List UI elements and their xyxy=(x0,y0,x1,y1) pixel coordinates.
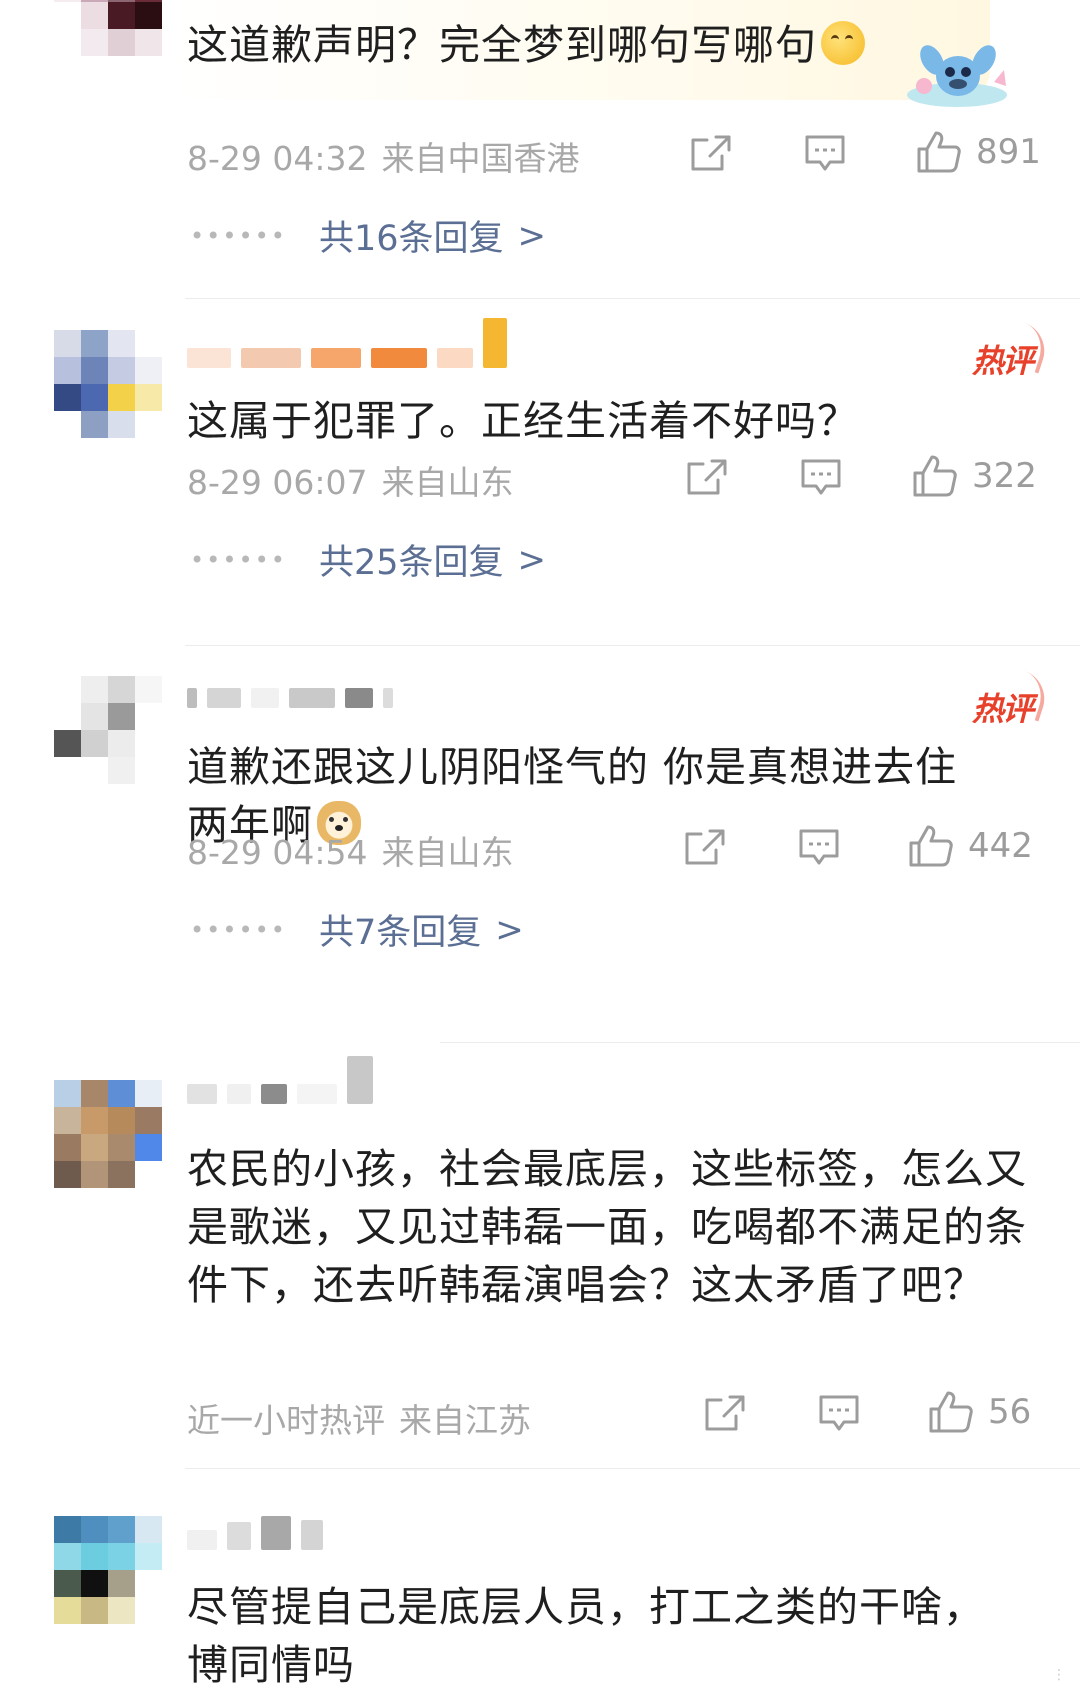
replies-label: 共25条回复 xyxy=(318,543,504,583)
share-icon xyxy=(705,1395,745,1431)
like-count: 442 xyxy=(968,826,1033,866)
comment-meta: 8-29 06:07 来自山东 xyxy=(187,456,514,504)
comment-text-content: 这道歉声明？完全梦到哪句写哪句 xyxy=(187,21,817,69)
share-button[interactable] xyxy=(690,134,732,172)
view-replies-link[interactable]: •••••• 共25条回复 > xyxy=(190,534,546,585)
dots-icon: •••••• xyxy=(190,915,287,944)
like-count: 322 xyxy=(972,456,1037,496)
chevron-right-icon: > xyxy=(517,215,546,256)
avatar[interactable] xyxy=(54,1080,162,1188)
view-replies-link[interactable]: •••••• 共16条回复 > xyxy=(190,210,546,261)
share-button[interactable] xyxy=(684,828,726,866)
like-count: 56 xyxy=(988,1392,1032,1432)
divider xyxy=(185,1468,1080,1469)
comment-text: 这属于犯罪了。正经生活着不好吗？ xyxy=(187,397,859,445)
like-count: 891 xyxy=(976,132,1041,172)
comment-item: 热评 道歉还跟这儿阴阳怪气的 你是真想进去住两年啊 8-29 04:54 来自山东… xyxy=(0,646,1080,1046)
thumbs-up-icon xyxy=(929,1391,973,1433)
replies-label: 共7条回复 xyxy=(318,913,482,953)
comment-icon xyxy=(805,135,845,171)
comment-text: 农民的小孩，社会最底层，这些标签，怎么又是歌迷，又见过韩磊一面，吃喝都不满足的条… xyxy=(187,1145,1027,1309)
divider xyxy=(185,298,1080,299)
like-button[interactable]: 56 xyxy=(928,1390,1031,1434)
share-button[interactable] xyxy=(686,458,728,496)
watermark-text: ⋮ xyxy=(1052,1667,1066,1683)
comment-icon xyxy=(819,1395,859,1431)
comment-item: 尽管提自己是底层人员，打工之类的干啥，博同情吗 ⋮ xyxy=(0,1470,1080,1692)
comment-button[interactable] xyxy=(804,134,846,174)
username-pixelated[interactable] xyxy=(187,1056,527,1104)
thinking-emoji-icon xyxy=(821,21,865,65)
comment-location: 来自江苏 xyxy=(399,1401,531,1440)
comment-list: 这道歉声明？完全梦到哪句写哪句 8-29 04:32 来自中国香港 891 ••… xyxy=(0,0,1080,1692)
comment-button[interactable] xyxy=(800,458,842,498)
stitch-sticker-icon xyxy=(907,45,1007,107)
username-pixelated[interactable] xyxy=(187,318,527,368)
like-button[interactable]: 891 xyxy=(916,130,1041,174)
divider xyxy=(440,1042,1080,1043)
chevron-right-icon: > xyxy=(495,909,524,950)
comment-meta: 近一小时热评 来自江苏 xyxy=(187,1394,531,1442)
dots-icon: •••••• xyxy=(190,545,287,574)
comment-location: 来自山东 xyxy=(381,463,514,502)
comment-icon xyxy=(801,459,841,495)
comment-time: 8-29 04:32 xyxy=(187,139,368,178)
comment-time: 近一小时热评 xyxy=(187,1401,385,1440)
comment-text: 尽管提自己是底层人员，打工之类的干啥，博同情吗 xyxy=(187,1583,985,1689)
username-pixelated[interactable] xyxy=(187,668,527,708)
comment-button[interactable] xyxy=(798,828,840,868)
thumbs-up-icon xyxy=(909,825,953,867)
comment-item: 这道歉声明？完全梦到哪句写哪句 8-29 04:32 来自中国香港 891 ••… xyxy=(0,0,1080,300)
comment-time: 8-29 04:54 xyxy=(187,833,368,872)
username-pixelated[interactable] xyxy=(187,1510,527,1550)
avatar[interactable] xyxy=(54,676,162,784)
hot-comment-badge: 热评 xyxy=(972,336,1034,382)
comment-icon xyxy=(799,829,839,865)
thumbs-up-icon xyxy=(913,455,957,497)
hot-comment-badge: 热评 xyxy=(972,684,1034,730)
like-button[interactable]: 322 xyxy=(912,454,1037,498)
avatar[interactable] xyxy=(54,1516,162,1624)
chevron-right-icon: > xyxy=(517,539,546,580)
comment-meta: 8-29 04:32 来自中国香港 xyxy=(187,132,580,180)
comment-location: 来自中国香港 xyxy=(381,139,580,178)
thumbs-up-icon xyxy=(917,131,961,173)
comment-time: 8-29 06:07 xyxy=(187,463,368,502)
replies-label: 共16条回复 xyxy=(318,219,504,259)
like-button[interactable]: 442 xyxy=(908,824,1033,868)
share-icon xyxy=(685,829,725,865)
share-icon xyxy=(687,459,727,495)
comment-meta: 8-29 04:54 来自山东 xyxy=(187,826,514,874)
dots-icon: •••••• xyxy=(190,221,287,250)
view-replies-link[interactable]: •••••• 共7条回复 > xyxy=(190,904,524,955)
share-button[interactable] xyxy=(704,1394,746,1432)
comment-item: 农民的小孩，社会最底层，这些标签，怎么又是歌迷，又见过韩磊一面，吃喝都不满足的条… xyxy=(0,1046,1080,1470)
comment-item: 热评 这属于犯罪了。正经生活着不好吗？ 8-29 06:07 来自山东 322 •… xyxy=(0,300,1080,646)
comment-button[interactable] xyxy=(818,1394,860,1434)
avatar[interactable] xyxy=(54,330,162,438)
comment-location: 来自山东 xyxy=(381,833,514,872)
share-icon xyxy=(691,135,731,171)
avatar[interactable] xyxy=(54,0,162,56)
